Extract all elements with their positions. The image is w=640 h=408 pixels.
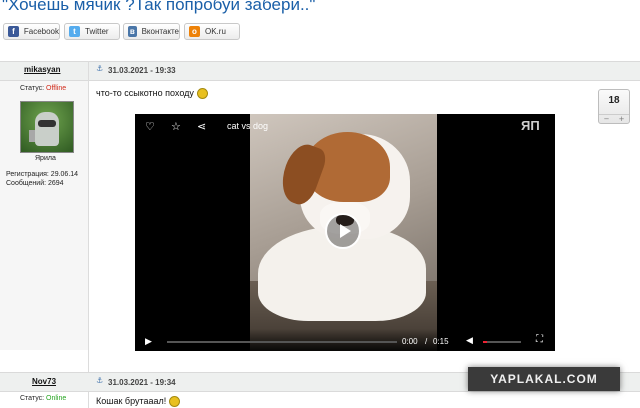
time-separator: / bbox=[425, 337, 428, 346]
twitter-icon: t bbox=[69, 26, 80, 37]
post-text-content-2: Кошак брутааал! bbox=[96, 396, 167, 406]
play-small-icon[interactable]: ▶ bbox=[145, 336, 152, 347]
anchor-icon-2[interactable]: ⚓ bbox=[96, 376, 103, 385]
ok-label: OK.ru bbox=[205, 27, 226, 36]
post-text: что-то ссыкотно походу bbox=[96, 88, 208, 100]
smiley-icon bbox=[196, 88, 208, 100]
vote-down-button[interactable]: − bbox=[599, 115, 614, 123]
duration: 0:15 bbox=[433, 337, 449, 346]
heart-icon[interactable]: ♡ bbox=[145, 120, 155, 133]
status-label-2: Статус: bbox=[20, 395, 45, 402]
status-value: Offline bbox=[46, 85, 67, 92]
twitter-label: Twitter bbox=[85, 27, 109, 36]
video-title: cat vs dog bbox=[227, 121, 269, 131]
video-player[interactable]: ♡ ☆ ⋖ cat vs dog ЯП ▶ 0:00 / 0:15 ◀ ⛶ bbox=[135, 114, 555, 351]
smiley-icon-2 bbox=[169, 396, 181, 408]
ok-icon: o bbox=[189, 26, 200, 37]
facebook-label: Facebook bbox=[23, 27, 59, 36]
status-label: Статус: bbox=[20, 85, 45, 92]
site-watermark: YAPLAKAL.COM bbox=[468, 367, 620, 391]
current-time: 0:00 bbox=[402, 337, 418, 346]
anchor-icon[interactable]: ⚓ bbox=[96, 64, 103, 73]
volume-slider[interactable] bbox=[483, 341, 521, 343]
volume-icon[interactable]: ◀ bbox=[466, 335, 473, 346]
post-text-2: Кошак брутааал! bbox=[96, 396, 181, 408]
user-status: Статус: Offline bbox=[20, 85, 66, 92]
vk-icon: в bbox=[128, 26, 137, 37]
post-rating: 18 − + bbox=[598, 89, 630, 124]
post-divider bbox=[88, 61, 89, 408]
post-author-link-2[interactable]: Nov73 bbox=[32, 377, 56, 386]
player-logo: ЯП bbox=[521, 118, 540, 133]
avatar[interactable] bbox=[20, 101, 74, 153]
fullscreen-icon[interactable]: ⛶ bbox=[536, 334, 543, 345]
post-datetime-2: 31.03.2021 - 19:34 bbox=[108, 378, 176, 387]
user-messages: Сообщений: 2694 bbox=[6, 180, 64, 187]
rating-value: 18 bbox=[608, 95, 620, 106]
vkontakte-share-button[interactable]: в Вконтакте bbox=[123, 23, 180, 40]
user-rank: Ярила bbox=[35, 155, 56, 162]
twitter-share-button[interactable]: t Twitter bbox=[64, 23, 120, 40]
post-datetime: 31.03.2021 - 19:33 bbox=[108, 66, 176, 75]
ok-share-button[interactable]: o OK.ru bbox=[184, 23, 240, 40]
post-author-link[interactable]: mikasyan bbox=[24, 65, 60, 74]
user-registered: Регистрация: 29.06.14 bbox=[6, 171, 79, 178]
facebook-icon: f bbox=[8, 26, 19, 37]
page-title: "Хочешь мячик ?Так попробуй забери.." bbox=[2, 0, 316, 14]
facebook-share-button[interactable]: f Facebook bbox=[3, 23, 60, 40]
vkontakte-label: Вконтакте bbox=[141, 27, 179, 36]
play-button[interactable] bbox=[325, 213, 361, 249]
status-value-2: Online bbox=[46, 395, 67, 402]
share-icon[interactable]: ⋖ bbox=[197, 120, 206, 133]
player-controls bbox=[135, 329, 555, 351]
progress-bar[interactable] bbox=[167, 341, 397, 343]
user-status-2: Статус: Online bbox=[20, 395, 66, 402]
post-text-content: что-то ссыкотно походу bbox=[96, 88, 194, 98]
vote-up-button[interactable]: + bbox=[614, 115, 629, 123]
star-icon[interactable]: ☆ bbox=[171, 120, 181, 133]
